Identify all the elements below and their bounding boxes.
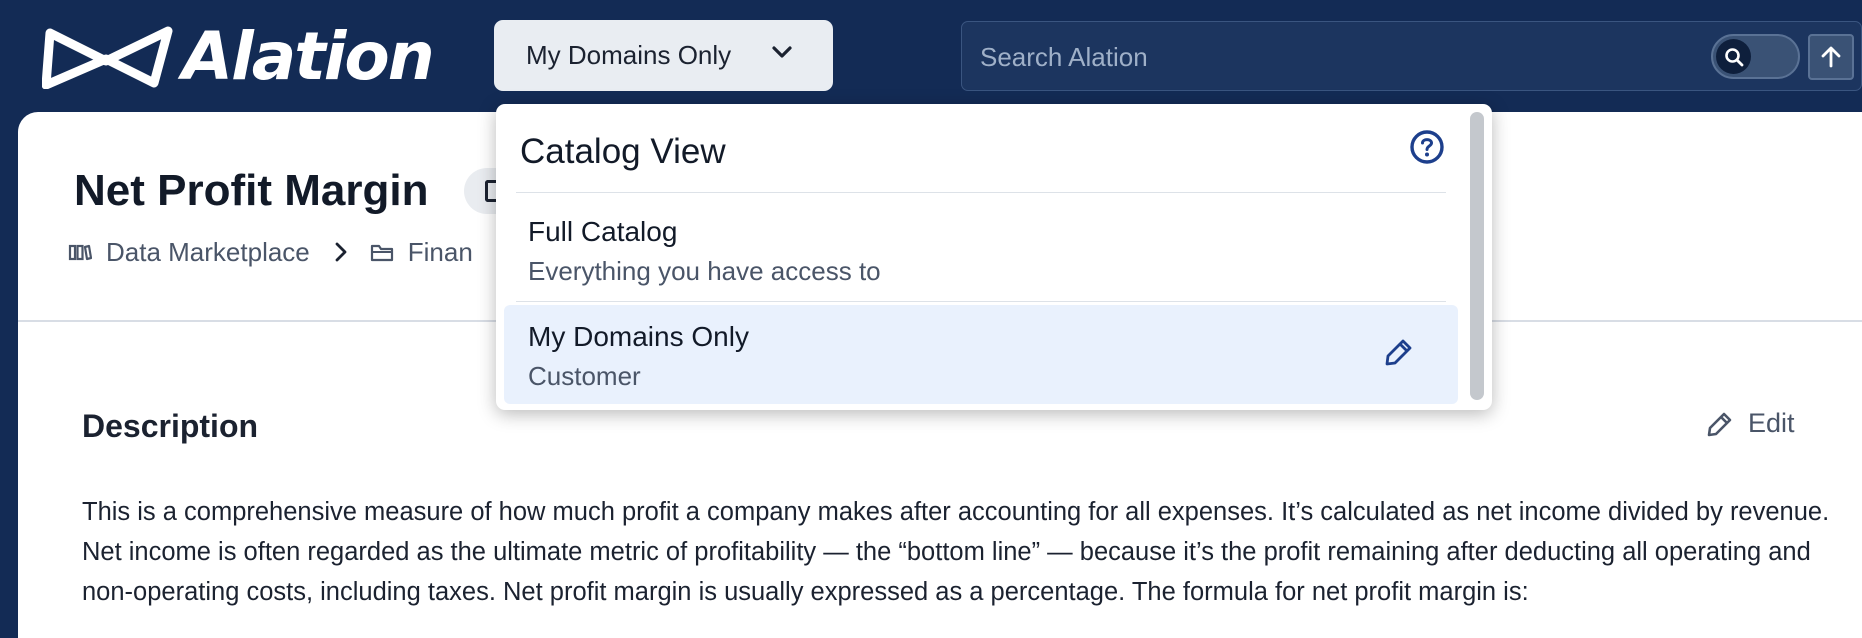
marketplace-icon xyxy=(68,244,92,261)
domain-filter-select[interactable]: My Domains Only xyxy=(494,20,833,91)
option-subtitle: Everything you have access to xyxy=(528,256,881,286)
edit-label: Edit xyxy=(1748,408,1795,438)
breadcrumb-label: Finan xyxy=(407,236,473,267)
page-title: Net Profit Margin xyxy=(74,166,429,215)
description-heading: Description xyxy=(82,408,259,444)
description-body: This is a comprehensive measure of how m… xyxy=(82,498,1830,606)
breadcrumb-label: Data Marketplace xyxy=(106,236,310,267)
option-my-domains-only[interactable]: My Domains Only Customer xyxy=(504,305,1458,404)
breadcrumb-item-finance[interactable]: Finan xyxy=(370,237,473,268)
option-full-catalog[interactable]: Full Catalog Everything you have access … xyxy=(504,196,1458,300)
help-icon[interactable] xyxy=(1409,129,1445,170)
option-title: My Domains Only xyxy=(528,321,749,352)
dropdown-divider xyxy=(516,301,1446,302)
pencil-icon xyxy=(1707,412,1732,436)
breadcrumb: Data Marketplace Finan xyxy=(68,236,473,268)
brand-name: Alation xyxy=(182,18,435,95)
domain-filter-label: My Domains Only xyxy=(526,40,732,70)
search-icon xyxy=(1716,39,1751,74)
bowtie-logo-icon xyxy=(42,26,173,89)
option-title: Full Catalog xyxy=(528,216,678,247)
search-mode-toggle[interactable] xyxy=(1711,34,1800,79)
search-input[interactable]: Search Alation xyxy=(980,42,1148,73)
dropdown-title: Catalog View xyxy=(520,132,726,171)
arrow-up-icon xyxy=(1821,46,1841,68)
chevron-down-icon xyxy=(771,45,793,64)
search-submit-button[interactable] xyxy=(1808,34,1854,80)
alation-logo[interactable]: Alation xyxy=(42,18,435,95)
dropdown-scrollbar[interactable] xyxy=(1470,112,1484,400)
top-navigation-bar: Alation My Domains Only Search Alation xyxy=(0,0,1862,112)
catalog-view-dropdown: Catalog View Full Catalog Everything you… xyxy=(496,104,1492,410)
dropdown-divider xyxy=(516,192,1446,193)
option-subtitle: Customer xyxy=(528,361,641,391)
chevron-right-icon xyxy=(334,241,348,263)
breadcrumb-item-data-marketplace[interactable]: Data Marketplace xyxy=(68,237,310,268)
pencil-icon[interactable] xyxy=(1384,337,1414,372)
edit-description-button[interactable]: Edit xyxy=(1706,408,1795,439)
folder-icon xyxy=(370,244,393,262)
search-bar: Search Alation xyxy=(961,21,1862,91)
